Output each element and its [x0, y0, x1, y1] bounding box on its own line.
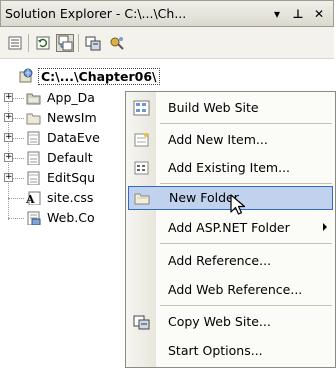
- tree-item-label: EditSqu: [47, 170, 95, 185]
- tree-connector: [8, 198, 24, 199]
- tree-item-default[interactable]: + Default: [0, 148, 140, 168]
- window-title: Solution Explorer - C:\...\Ch...: [5, 6, 187, 21]
- menu-item-label: Add New Item...: [168, 132, 268, 147]
- menu-item-add-reference[interactable]: Add Reference...: [126, 249, 335, 273]
- asp-net-configuration-button[interactable]: [108, 34, 126, 52]
- toolbar-separator: [28, 34, 29, 52]
- website-icon: [19, 68, 33, 83]
- asp-net-config-icon: [110, 37, 124, 50]
- website-root-label: C:\...\Chapter06\: [38, 67, 160, 85]
- page-icon: [27, 131, 40, 145]
- nest-related-icon: [58, 35, 73, 51]
- menu-item-add-new-item[interactable]: Add New Item...: [126, 128, 335, 152]
- folder-icon: [26, 113, 41, 125]
- tree-connector: [13, 158, 24, 159]
- menu-item-copy-web-site[interactable]: Copy Web Site...: [126, 310, 335, 334]
- special-folder-icon: [26, 93, 41, 105]
- refresh-button[interactable]: [34, 34, 52, 52]
- menu-item-label: Copy Web Site...: [168, 314, 271, 329]
- menu-item-label: Build Web Site: [168, 100, 259, 115]
- nest-related-files-button[interactable]: [56, 34, 74, 52]
- tree-item-label: Default: [47, 150, 93, 165]
- copy-website-icon: [133, 315, 150, 330]
- solution-explorer-panel: Solution Explorer - C:\...\Ch... ▾ ⊥ ✕ C…: [0, 0, 336, 368]
- add-new-item-icon: [134, 133, 149, 147]
- tree-connector: [8, 218, 24, 219]
- tree-item-label: site.css: [47, 190, 94, 205]
- auto-hide-pin-icon[interactable]: ⊥: [290, 6, 306, 22]
- tree-item-web-config[interactable]: Web.Co: [0, 208, 140, 228]
- tree-connector: [13, 178, 24, 179]
- menu-item-label: Add Web Reference...: [168, 282, 303, 297]
- menu-item-label: Add Existing Item...: [168, 160, 291, 175]
- menu-item-start-options[interactable]: Start Options...: [126, 339, 335, 363]
- submenu-arrow-icon: [323, 223, 327, 231]
- new-folder-icon: [134, 193, 150, 205]
- expand-icon[interactable]: +: [4, 153, 13, 162]
- copy-web-site-button[interactable]: [84, 34, 102, 52]
- title-bar[interactable]: Solution Explorer - C:\...\Ch... ▾ ⊥ ✕: [0, 0, 334, 27]
- toolbar-separator: [78, 34, 79, 52]
- tree-item-news-images[interactable]: + NewsIm: [0, 108, 140, 128]
- tree-connector: [13, 118, 24, 119]
- tree-connector: [13, 98, 24, 99]
- menu-separator: [160, 183, 332, 184]
- toolbar: [0, 27, 334, 59]
- tree-item-site-css[interactable]: A site.css: [0, 188, 140, 208]
- mouse-pointer-icon: [230, 194, 246, 215]
- menu-item-add-existing-item[interactable]: Add Existing Item...: [126, 156, 335, 180]
- website-root-node[interactable]: C:\...\Chapter06\: [18, 66, 160, 86]
- svg-text:A: A: [26, 193, 35, 205]
- add-existing-item-icon: [134, 161, 149, 175]
- menu-item-label: Start Options...: [168, 343, 263, 358]
- expand-icon[interactable]: +: [4, 133, 13, 142]
- refresh-icon: [36, 36, 50, 50]
- tree-item-label: NewsIm: [47, 110, 97, 125]
- menu-item-build-web-site[interactable]: Build Web Site: [126, 96, 335, 120]
- menu-separator: [160, 243, 332, 244]
- stylesheet-icon: A: [26, 191, 41, 205]
- window-position-dropdown-icon[interactable]: ▾: [269, 6, 285, 22]
- tree-item-data-events[interactable]: + DataEve: [0, 128, 140, 148]
- tree-item-app-data[interactable]: + App_Da: [0, 88, 140, 108]
- menu-separator: [160, 305, 332, 306]
- properties-button[interactable]: [6, 34, 24, 52]
- menu-item-add-web-reference[interactable]: Add Web Reference...: [126, 278, 335, 302]
- tree-item-edit-squad[interactable]: + EditSqu: [0, 168, 140, 188]
- close-icon[interactable]: ✕: [311, 6, 327, 22]
- page-icon: [27, 171, 40, 185]
- tree-item-label: DataEve: [47, 130, 100, 145]
- tree-connector: [13, 138, 24, 139]
- expand-icon[interactable]: +: [4, 93, 13, 102]
- properties-icon: [8, 36, 22, 50]
- copy-website-icon: [85, 36, 101, 51]
- menu-separator: [160, 123, 332, 124]
- expand-icon[interactable]: +: [4, 173, 13, 182]
- page-icon: [27, 151, 40, 165]
- context-menu: Build Web Site Add New Item... Add Exist…: [125, 91, 336, 368]
- menu-item-add-asp-net-folder[interactable]: Add ASP.NET Folder: [126, 216, 335, 240]
- tree-item-label: Web.Co: [47, 210, 95, 225]
- menu-item-label: Add Reference...: [168, 253, 272, 268]
- config-icon: [27, 211, 41, 225]
- tree-item-label: App_Da: [47, 90, 95, 105]
- expand-icon[interactable]: +: [4, 113, 13, 122]
- menu-item-label: Add ASP.NET Folder: [168, 220, 290, 235]
- build-icon: [133, 100, 150, 116]
